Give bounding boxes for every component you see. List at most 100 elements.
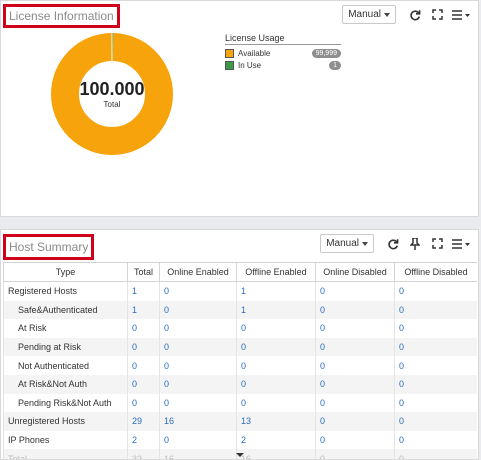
host-count-link[interactable]: 0 [159, 374, 237, 394]
host-count-link[interactable]: 0 [394, 430, 477, 450]
donut-total-label: Total [103, 100, 121, 109]
pin-icon[interactable] [404, 235, 426, 253]
host-count-link[interactable]: 0 [159, 393, 237, 413]
host-count-link[interactable]: 1 [236, 281, 316, 301]
host-count-link[interactable]: 29 [127, 412, 160, 431]
host-count-link[interactable]: 0 [315, 393, 395, 413]
host-type-cell: Registered Hosts [3, 281, 128, 301]
host-count-link[interactable]: 0 [127, 319, 160, 338]
host-type-cell: Not Authenticated [3, 356, 128, 375]
host-count-link[interactable]: 16 [236, 449, 316, 459]
host-count-link[interactable]: 0 [394, 337, 477, 357]
host-count-link[interactable]: 0 [159, 430, 237, 450]
menu-icon[interactable] [448, 6, 474, 24]
legend-label: Available [238, 49, 271, 58]
host-count-link[interactable]: 0 [236, 319, 316, 338]
expand-icon[interactable] [426, 6, 448, 24]
legend-count-badge: 1 [329, 61, 341, 70]
column-header-offline-disabled[interactable]: Offline Disabled [394, 262, 477, 282]
donut-total-value: 100.000 [79, 79, 145, 99]
host-count-link[interactable]: 0 [394, 300, 477, 320]
host-type-cell: IP Phones [3, 430, 128, 450]
host-count-link[interactable]: 0 [394, 374, 477, 394]
panel-toolbar: Manual [342, 5, 474, 24]
host-count-link[interactable]: 1 [127, 281, 160, 301]
host-count-link[interactable]: 0 [315, 337, 395, 357]
host-count-link[interactable]: 16 [159, 449, 237, 459]
column-header-online-enabled[interactable]: Online Enabled [159, 262, 237, 282]
legend-count-badge: 99,999 [311, 49, 341, 58]
host-count-link[interactable]: 0 [159, 281, 237, 301]
host-count-link[interactable]: 0 [159, 319, 237, 338]
host-type-cell: Pending at Risk [3, 337, 128, 357]
host-summary-table-container[interactable]: Type Total Online Enabled Offline Enable… [3, 262, 477, 459]
host-count-link[interactable]: 0 [159, 300, 237, 320]
host-count-link[interactable]: 13 [236, 412, 316, 431]
caret-down-icon [362, 241, 368, 246]
host-count-link[interactable]: 0 [315, 374, 395, 394]
caret-down-icon [384, 12, 390, 17]
host-count-link[interactable]: 0 [159, 356, 237, 375]
host-count-link[interactable]: 0 [236, 337, 316, 357]
host-count-link[interactable]: 0 [315, 412, 395, 431]
legend-item-available[interactable]: Available 99,999 [225, 48, 341, 59]
host-count-link[interactable]: 0 [315, 281, 395, 301]
legend-label: In Use [238, 61, 262, 70]
host-count-link[interactable]: 0 [315, 430, 395, 450]
license-information-panel: License Information Manual 100.000 Total… [0, 0, 479, 217]
table-row: At Risk&Not Auth 0 0 0 0 0 [3, 374, 477, 394]
license-donut-chart: 100.000 Total [51, 33, 173, 155]
column-header-type[interactable]: Type [3, 262, 128, 282]
scroll-down-chevron-icon[interactable] [236, 453, 244, 457]
host-count-link[interactable]: 0 [127, 337, 160, 357]
host-type-cell: Unregistered Hosts [3, 412, 128, 431]
host-count-link[interactable]: 0 [127, 393, 160, 413]
column-header-online-disabled[interactable]: Online Disabled [315, 262, 395, 282]
panel-title: License Information [3, 4, 120, 28]
host-count-link[interactable]: 1 [236, 300, 316, 320]
refresh-mode-label: Manual [348, 9, 381, 20]
host-count-link[interactable]: 2 [127, 430, 160, 450]
host-count-link[interactable]: 0 [236, 356, 316, 375]
table-row: Pending Risk&Not Auth 0 0 0 0 0 [3, 393, 477, 413]
host-count-link[interactable]: 0 [236, 393, 316, 413]
host-count-link[interactable]: 16 [159, 412, 237, 431]
host-count-link[interactable]: 0 [127, 374, 160, 394]
menu-icon[interactable] [448, 235, 474, 253]
host-count-link[interactable]: 0 [159, 337, 237, 357]
table-row: Pending at Risk 0 0 0 0 0 [3, 337, 477, 357]
host-count-link[interactable]: 1 [127, 300, 160, 320]
host-count-link[interactable]: 0 [394, 393, 477, 413]
host-summary-table: Type Total Online Enabled Offline Enable… [3, 262, 477, 459]
refresh-mode-dropdown[interactable]: Manual [320, 234, 374, 253]
expand-icon[interactable] [426, 235, 448, 253]
column-header-offline-enabled[interactable]: Offline Enabled [236, 262, 316, 282]
host-count-link[interactable]: 0 [315, 356, 395, 375]
refresh-mode-dropdown[interactable]: Manual [342, 5, 396, 24]
table-row: Not Authenticated 0 0 0 0 0 [3, 356, 477, 375]
host-count-link[interactable]: 0 [315, 449, 395, 459]
host-count-link[interactable]: 32 [127, 449, 160, 459]
column-header-total[interactable]: Total [127, 262, 160, 282]
refresh-mode-label: Manual [326, 238, 359, 249]
host-count-link[interactable]: 0 [394, 449, 477, 459]
host-count-link[interactable]: 0 [315, 300, 395, 320]
table-row: Safe&Authenticated 1 0 1 0 0 [3, 300, 477, 320]
host-type-cell: At Risk [3, 319, 128, 338]
refresh-icon[interactable] [404, 6, 426, 24]
host-summary-panel: Host Summary Manual Type Total Online En… [0, 229, 479, 460]
table-row: IP Phones 2 0 2 0 0 [3, 430, 477, 450]
legend-item-in-use[interactable]: In Use 1 [225, 60, 341, 71]
host-count-link[interactable]: 0 [236, 374, 316, 394]
refresh-icon[interactable] [382, 235, 404, 253]
license-legend: License Usage Available 99,999 In Use 1 [225, 33, 341, 72]
panel-toolbar: Manual [320, 234, 474, 253]
host-count-link[interactable]: 0 [394, 319, 477, 338]
host-count-link[interactable]: 2 [236, 430, 316, 450]
host-count-link[interactable]: 0 [394, 281, 477, 301]
host-count-link[interactable]: 0 [394, 356, 477, 375]
panel-title: Host Summary [3, 234, 95, 260]
host-count-link[interactable]: 0 [315, 319, 395, 338]
host-count-link[interactable]: 0 [127, 356, 160, 375]
host-count-link[interactable]: 0 [394, 412, 477, 431]
